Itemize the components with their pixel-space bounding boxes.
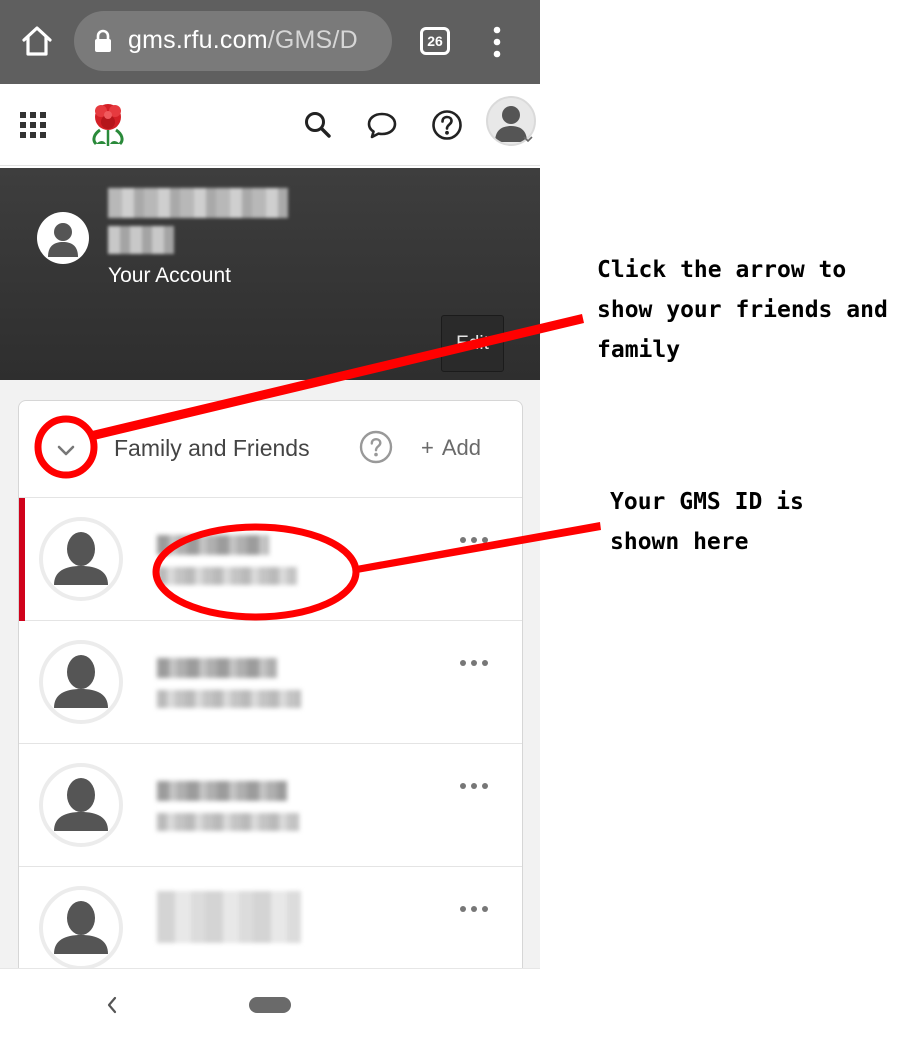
card-title: Family and Friends	[114, 435, 310, 461]
member-avatar	[39, 640, 123, 724]
person-silhouette-icon	[54, 655, 108, 708]
help-icon[interactable]	[359, 430, 393, 464]
account-avatar	[37, 212, 89, 264]
member-avatar	[39, 517, 123, 601]
member-row[interactable]	[19, 744, 522, 867]
account-id-redacted	[108, 226, 174, 254]
member-gms-id-redacted	[157, 690, 301, 708]
more-options-icon[interactable]	[459, 780, 489, 792]
lock-icon	[95, 29, 111, 52]
chevron-down-icon[interactable]	[49, 433, 83, 467]
phone-screen: gms.rfu.com/GMS/D 26 Your Account Edit F…	[0, 0, 540, 1041]
account-name-redacted	[108, 188, 288, 218]
member-gms-id-redacted	[157, 567, 297, 585]
plus-icon: +	[421, 435, 434, 460]
apps-grid-icon[interactable]	[20, 112, 46, 138]
more-options-icon[interactable]	[459, 903, 489, 915]
member-row[interactable]	[19, 498, 522, 621]
url-text: gms.rfu.com/GMS/D	[128, 26, 358, 55]
add-label: Add	[441, 435, 482, 460]
member-avatar	[39, 763, 123, 847]
arrow-instruction-note: Click the arrow to show your friends and…	[597, 257, 888, 363]
search-icon[interactable]	[301, 108, 335, 142]
home-icon[interactable]	[20, 24, 54, 58]
account-panel: Your Account Edit	[0, 168, 540, 380]
edit-account-button[interactable]: Edit	[441, 315, 504, 372]
member-row[interactable]	[19, 621, 522, 744]
screenshot-root: gms.rfu.com/GMS/D 26 Your Account Edit F…	[0, 0, 923, 1041]
add-member-button[interactable]: + Add	[421, 435, 481, 461]
person-silhouette-icon	[54, 901, 108, 954]
person-silhouette-icon	[54, 532, 108, 585]
person-silhouette-icon	[54, 778, 108, 831]
avatar-caret-icon[interactable]	[522, 134, 534, 144]
more-options-icon[interactable]	[459, 534, 489, 546]
member-avatar	[39, 886, 123, 970]
app-header	[0, 84, 540, 166]
member-name-redacted	[157, 535, 269, 555]
android-nav-bar	[0, 968, 540, 1041]
card-header: Family and Friends + Add	[19, 401, 522, 498]
url-path: /GMS/D	[267, 26, 358, 54]
url-host: gms.rfu.com	[128, 26, 268, 54]
tab-switcher-button[interactable]: 26	[420, 27, 450, 55]
home-pill-button[interactable]	[249, 997, 291, 1013]
more-options-icon[interactable]	[459, 657, 489, 669]
family-friends-card: Family and Friends + Add	[18, 400, 523, 1000]
help-icon[interactable]	[430, 108, 464, 142]
gms-id-instruction-note: Your GMS ID is shown here	[610, 489, 804, 555]
browser-toolbar: gms.rfu.com/GMS/D 26	[0, 0, 540, 84]
url-bar[interactable]: gms.rfu.com/GMS/D	[74, 11, 392, 71]
tab-count: 26	[427, 33, 443, 49]
member-gms-id-redacted	[157, 813, 299, 831]
back-icon[interactable]	[104, 995, 120, 1015]
chat-icon[interactable]	[365, 108, 399, 142]
rfu-rose-logo[interactable]	[88, 100, 128, 148]
your-account-label: Your Account	[108, 264, 231, 287]
member-name-redacted	[157, 781, 287, 801]
browser-menu-icon[interactable]	[487, 24, 507, 60]
member-name-redacted	[157, 658, 277, 678]
member-details-redacted	[157, 891, 301, 943]
person-silhouette-icon	[48, 223, 78, 257]
